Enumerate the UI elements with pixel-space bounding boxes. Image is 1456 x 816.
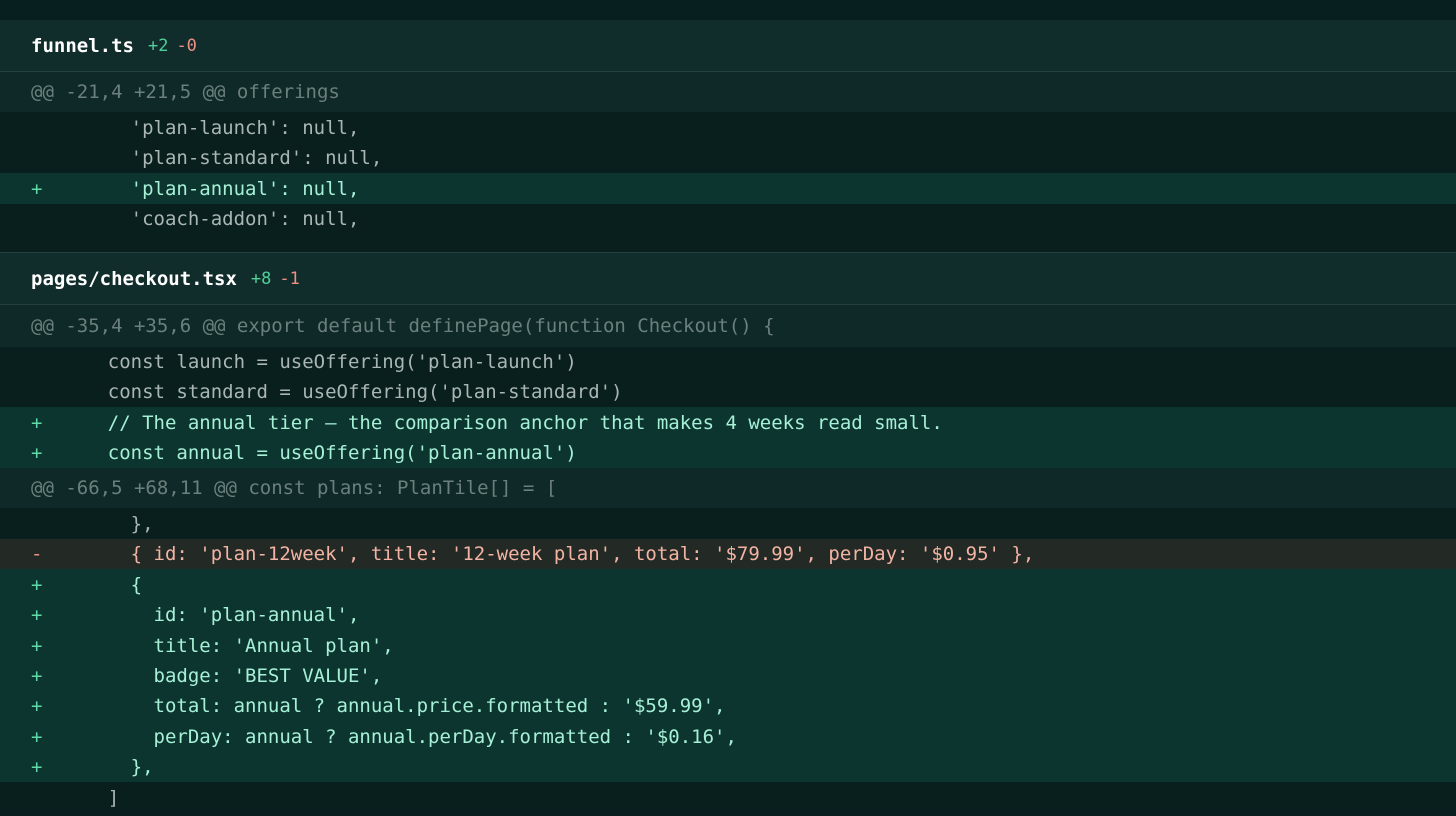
file-header-funnel[interactable]: funnel.ts +2 -0 [0,20,1456,72]
diff-marker: + [31,665,43,687]
code-text: badge: 'BEST VALUE', [62,665,383,687]
diff-line-added: + total: annual ? annual.price.formatted… [0,691,1456,721]
code-text: title: 'Annual plan', [62,634,394,657]
diff-line-context: const launch = useOffering('plan-launch'… [0,347,1456,377]
diff-marker: + [31,634,43,657]
hunk-header: @@ -21,4 +21,5 @@ offerings [0,72,1456,112]
hunk-header: @@ -35,4 +35,6 @@ export default defineP… [0,305,1456,347]
code-text: perDay: annual ? annual.perDay.formatted… [62,725,737,748]
code-text: 'coach-addon': null, [62,208,360,230]
diff-marker: + [31,573,43,596]
code-text: ] [62,786,120,809]
diff-line-context: 'plan-standard': null, [0,143,1456,173]
diff-line-context: }, [0,508,1456,539]
code-text: const launch = useOffering('plan-launch'… [62,351,577,373]
code-text: 'plan-launch': null, [62,116,360,139]
additions-count: +8 [250,268,272,289]
diff-marker: + [31,695,43,717]
diff-line-added: + { [0,569,1456,600]
code-text: }, [62,756,154,778]
code-text: const standard = useOffering('plan-stand… [62,381,623,403]
code-text: // The annual tier — the comparison anch… [62,411,943,434]
diff-line-added: + id: 'plan-annual', [0,600,1456,630]
code-text: }, [62,512,154,535]
hunk-lines: 'plan-launch': null, 'plan-standard': nu… [0,112,1456,234]
deletions-count: -1 [279,268,300,289]
diff-line-removed: - { id: 'plan-12week', title: '12-week p… [0,539,1456,569]
code-text: { [62,573,143,596]
hunk-lines: }, - { id: 'plan-12week', title: '12-wee… [0,508,1456,813]
code-text: id: 'plan-annual', [62,604,360,626]
code-text: const annual = useOffering('plan-annual'… [62,442,577,464]
diff-marker: - [31,543,43,565]
file-header-checkout[interactable]: pages/checkout.tsx +8 -1 [0,253,1456,305]
diff-line-added: + title: 'Annual plan', [0,630,1456,661]
hunk-lines: const launch = useOffering('plan-launch'… [0,347,1456,468]
file-name[interactable]: pages/checkout.tsx [31,268,237,290]
code-text: 'plan-annual': null, [62,177,360,200]
code-text: { id: 'plan-12week', title: '12-week pla… [62,543,1035,565]
top-spacer [0,0,1456,20]
diff-marker: + [31,411,43,434]
deletions-count: -0 [176,35,197,56]
diff-line-context: const standard = useOffering('plan-stand… [0,377,1456,407]
diff-line-added: + badge: 'BEST VALUE', [0,661,1456,691]
diff-line-added: + const annual = useOffering('plan-annua… [0,438,1456,468]
section-spacer [0,234,1456,252]
diff-line-added: + // The annual tier — the comparison an… [0,407,1456,438]
diff-marker: + [31,756,43,778]
diff-line-added: + 'plan-annual': null, [0,173,1456,204]
code-text: total: annual ? annual.price.formatted :… [62,695,726,717]
diff-line-added: + }, [0,752,1456,782]
diff-marker: + [31,177,43,200]
diff-line-added: + perDay: annual ? annual.perDay.formatt… [0,721,1456,752]
diff-line-context: ] [0,782,1456,813]
diff-marker: + [31,725,43,748]
diff-line-context: 'plan-launch': null, [0,112,1456,143]
diff-marker: + [31,442,43,464]
additions-count: +2 [147,35,169,56]
code-text: 'plan-standard': null, [62,147,383,169]
diff-marker: + [31,604,43,626]
diff-line-context: 'coach-addon': null, [0,204,1456,234]
file-name[interactable]: funnel.ts [31,35,134,57]
hunk-header: @@ -66,5 +68,11 @@ const plans: PlanTile… [0,468,1456,508]
